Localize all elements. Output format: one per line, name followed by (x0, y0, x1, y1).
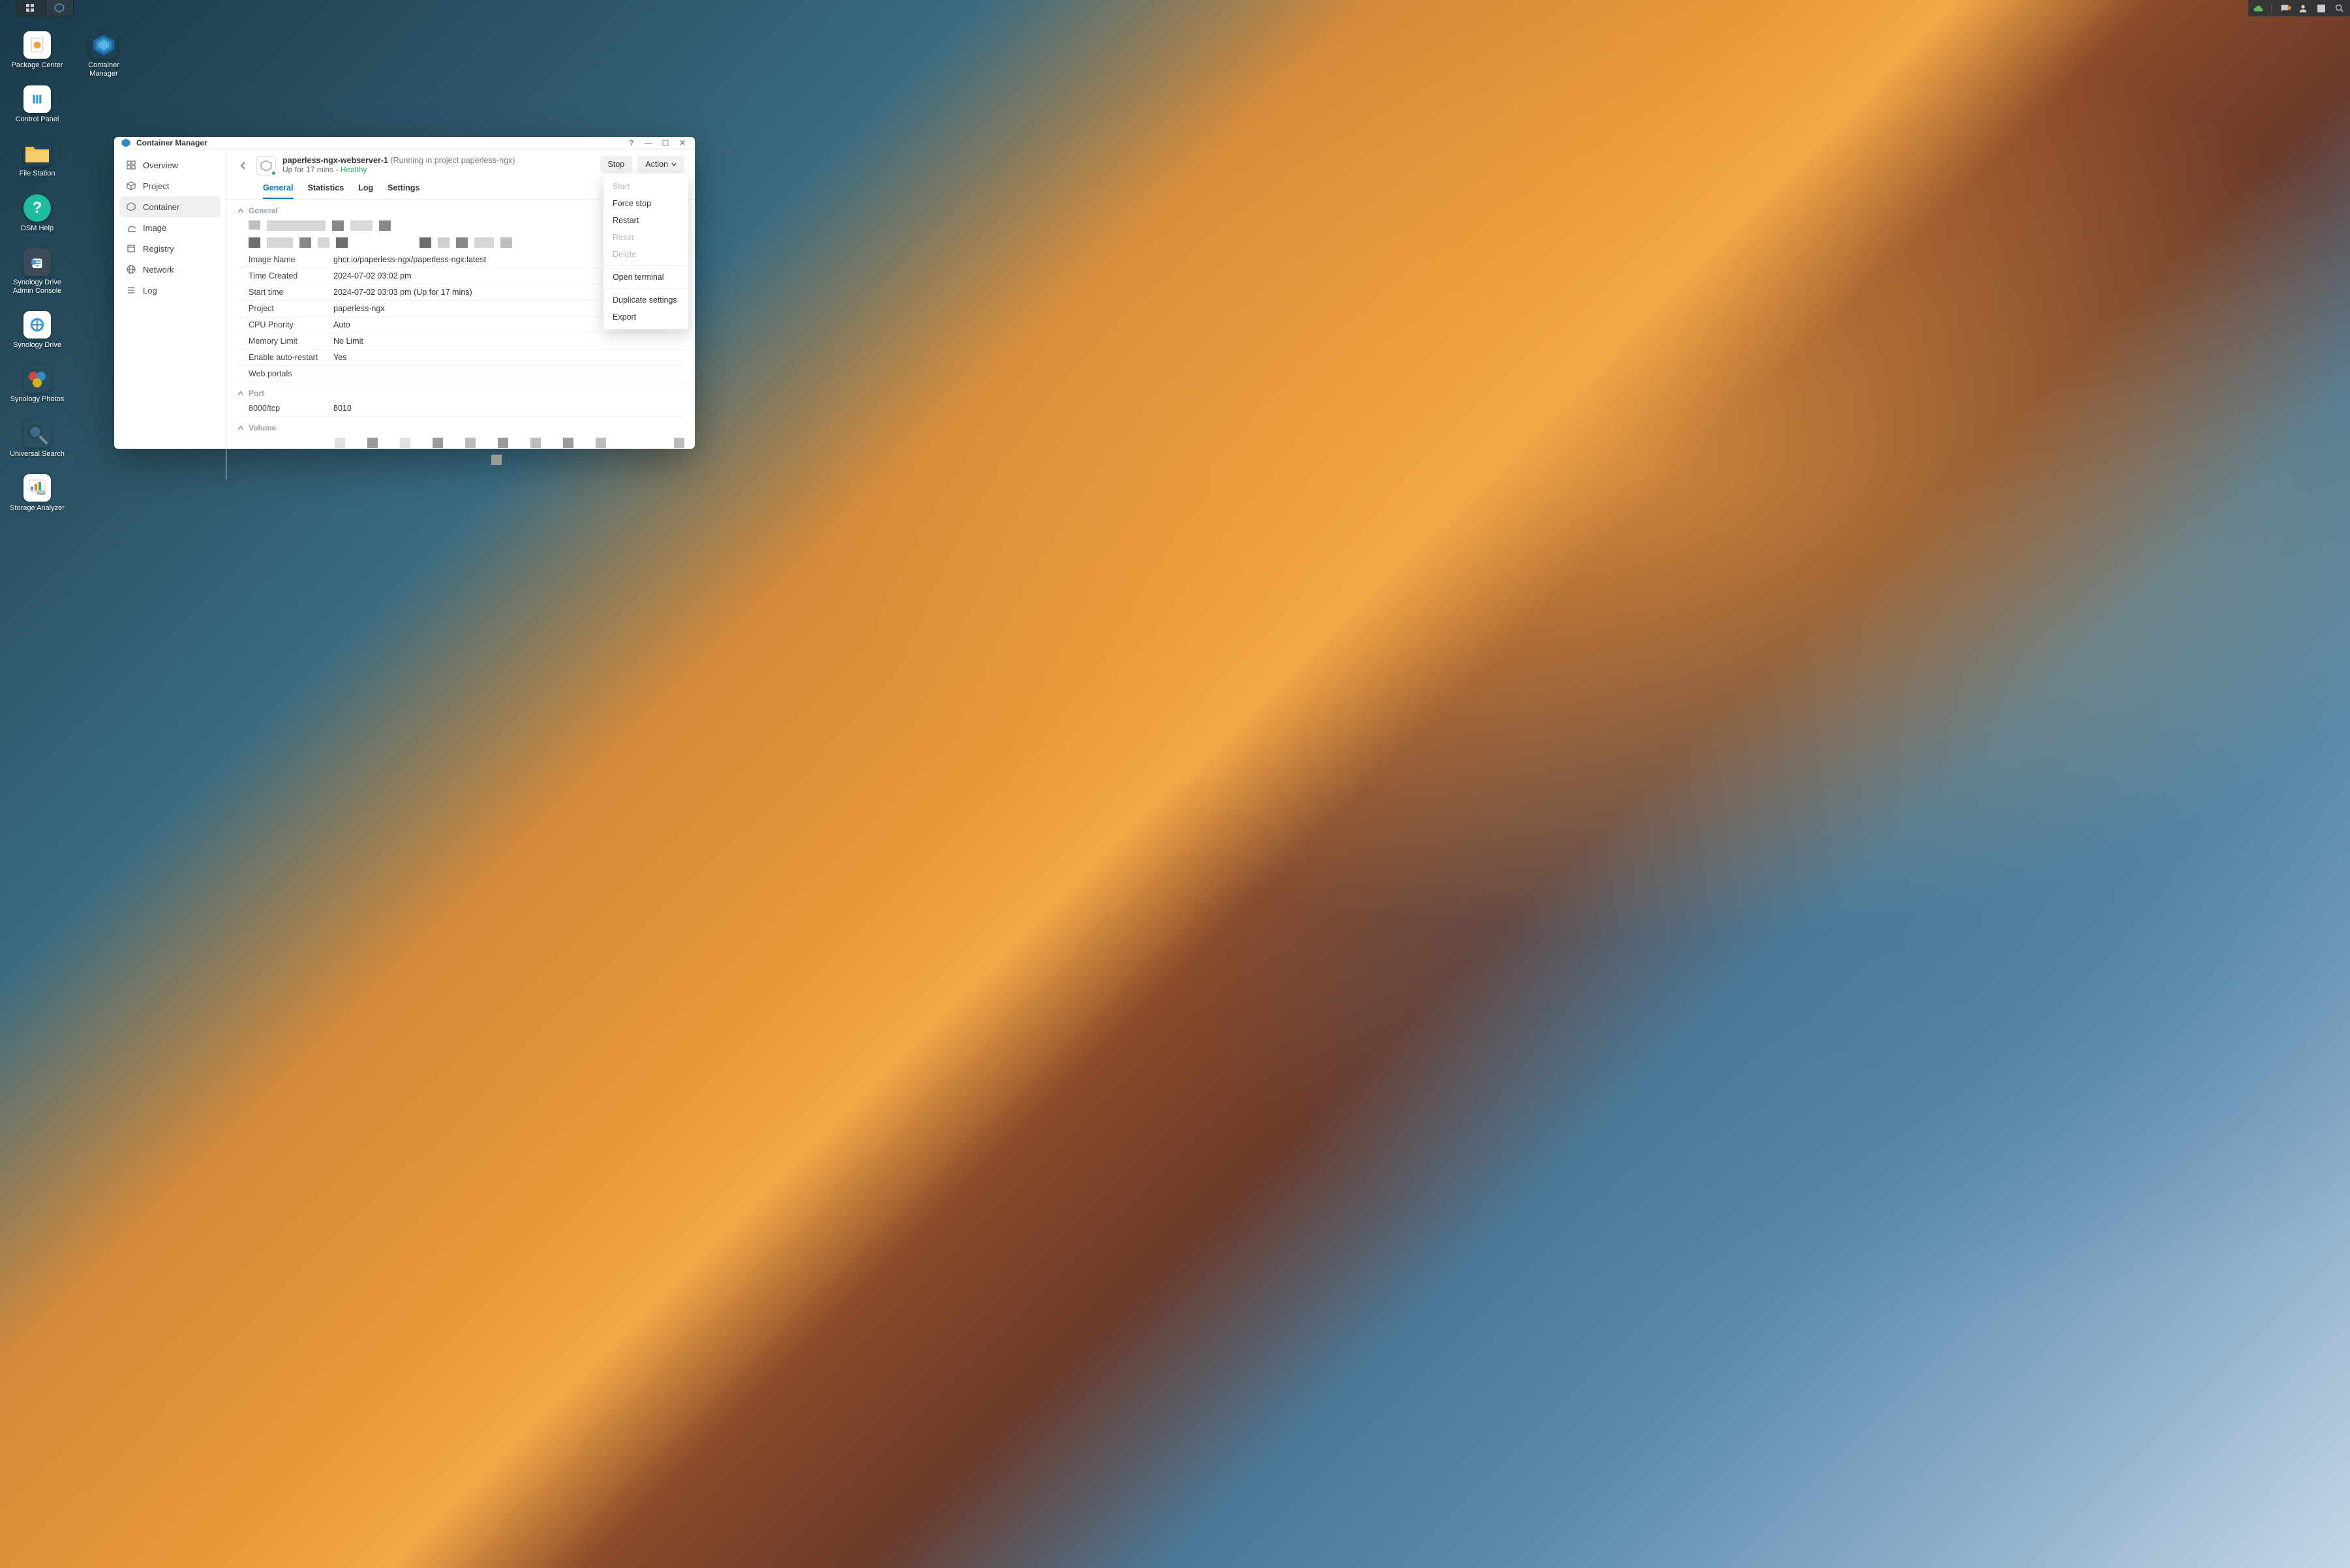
tab-statistics[interactable]: Statistics (308, 183, 344, 199)
desktop-icon-synology-photos[interactable]: Synology Photos (8, 365, 67, 404)
tab-log[interactable]: Log (358, 183, 373, 199)
taskbar-container-manager-button[interactable] (45, 0, 74, 16)
desktop-icon-drive-admin[interactable]: Synology Drive Admin Console (8, 249, 67, 295)
sidebar-item-container[interactable]: Container (119, 196, 221, 217)
window-titlebar[interactable]: Container Manager ? — ✕ (114, 137, 695, 149)
action-menu-force-stop[interactable]: Force stop (603, 195, 688, 212)
sidebar: Overview Project Container Image Registr… (114, 149, 226, 479)
action-menu-reset: Reset (603, 229, 688, 246)
sidebar-item-image[interactable]: Image (119, 217, 221, 238)
tab-settings[interactable]: Settings (388, 183, 420, 199)
action-menu-start: Start (603, 178, 688, 195)
tab-general[interactable]: General (263, 183, 294, 199)
window-close-button[interactable]: ✕ (677, 137, 688, 149)
sidebar-item-project[interactable]: Project (119, 175, 221, 196)
desktop-icon-package-center[interactable]: Package Center (8, 31, 67, 70)
stop-button[interactable]: Stop (600, 156, 633, 173)
chevron-down-icon (671, 162, 677, 167)
container-health: Healthy (341, 165, 367, 174)
kv-memory-limit: Memory LimitNo Limit (237, 333, 684, 350)
chevron-up-icon (237, 389, 245, 397)
image-icon (126, 222, 136, 233)
desktop-icon-synology-drive[interactable]: Synology Drive (8, 311, 67, 350)
log-icon (126, 285, 136, 295)
taskbar: | (0, 0, 2350, 16)
back-button[interactable] (237, 156, 250, 175)
container-icon (126, 202, 136, 212)
window-app-icon (121, 138, 131, 148)
chevron-up-icon (237, 424, 245, 432)
desktop-icon-control-panel[interactable]: Control Panel (8, 85, 67, 124)
overview-icon (126, 160, 136, 170)
desktop-icon-container-manager[interactable]: Container Manager (74, 31, 133, 78)
action-menu-duplicate-settings[interactable]: Duplicate settings (603, 292, 688, 309)
desktop-icon-file-station[interactable]: File Station (8, 140, 67, 178)
window-minimize-button[interactable]: — (643, 137, 654, 149)
action-menu-open-terminal[interactable]: Open terminal (603, 269, 688, 286)
taskbar-user-icon[interactable] (2297, 2, 2310, 15)
action-button[interactable]: Action (637, 156, 684, 173)
window-help-button[interactable]: ? (626, 137, 637, 149)
taskbar-chat-icon[interactable] (2278, 2, 2291, 15)
kv-web-portals: Web portals (237, 366, 684, 382)
dropdown-separator (603, 288, 688, 289)
window-title: Container Manager (136, 138, 207, 147)
sidebar-item-registry[interactable]: Registry (119, 238, 221, 259)
taskbar-cloud-icon[interactable] (2252, 2, 2265, 15)
taskbar-apps-button[interactable] (16, 0, 44, 16)
kv-port-8000: 8000/tcp8010 (237, 400, 684, 417)
status-dot-running-icon (271, 170, 277, 176)
section-volume-toggle[interactable]: Volume (237, 417, 684, 435)
registry-icon (126, 243, 136, 254)
window-maximize-button[interactable] (660, 137, 671, 149)
container-project-note: (Running in project paperless-ngx) (390, 156, 515, 165)
taskbar-search-icon[interactable] (2333, 2, 2346, 15)
sidebar-item-log[interactable]: Log (119, 280, 221, 301)
project-icon (126, 181, 136, 191)
dropdown-separator (603, 265, 688, 266)
sidebar-item-overview[interactable]: Overview (119, 155, 221, 175)
kv-auto-restart: Enable auto-restartYes (237, 350, 684, 366)
action-menu-export[interactable]: Export (603, 309, 688, 325)
sidebar-item-network[interactable]: Network (119, 259, 221, 280)
action-dropdown: Start Force stop Restart Reset Delete Op… (603, 174, 688, 329)
container-uptime: Up for 17 mins - (282, 165, 341, 174)
action-menu-delete: Delete (603, 246, 688, 263)
container-status-icon (256, 156, 276, 175)
action-menu-restart[interactable]: Restart (603, 212, 688, 229)
taskbar-widgets-icon[interactable] (2315, 2, 2328, 15)
container-name: paperless-ngx-webserver-1 (282, 156, 388, 165)
redacted-volume-row-1 (237, 435, 684, 452)
desktop-icon-storage-analyzer[interactable]: Storage Analyzer (8, 474, 67, 513)
section-port-toggle[interactable]: Port (237, 382, 684, 400)
desktop-icon-universal-search[interactable]: Universal Search (8, 420, 67, 459)
network-icon (126, 264, 136, 275)
desktop-icons: Package Center Control Panel File Statio… (8, 31, 67, 513)
chevron-up-icon (237, 207, 245, 215)
container-manager-window: Container Manager ? — ✕ Overview Project… (114, 137, 695, 449)
main-panel: paperless-ngx-webserver-1 (Running in pr… (226, 149, 695, 479)
redacted-volume-row-2 (237, 452, 684, 469)
desktop-icon-dsm-help[interactable]: ?DSM Help (8, 194, 67, 233)
